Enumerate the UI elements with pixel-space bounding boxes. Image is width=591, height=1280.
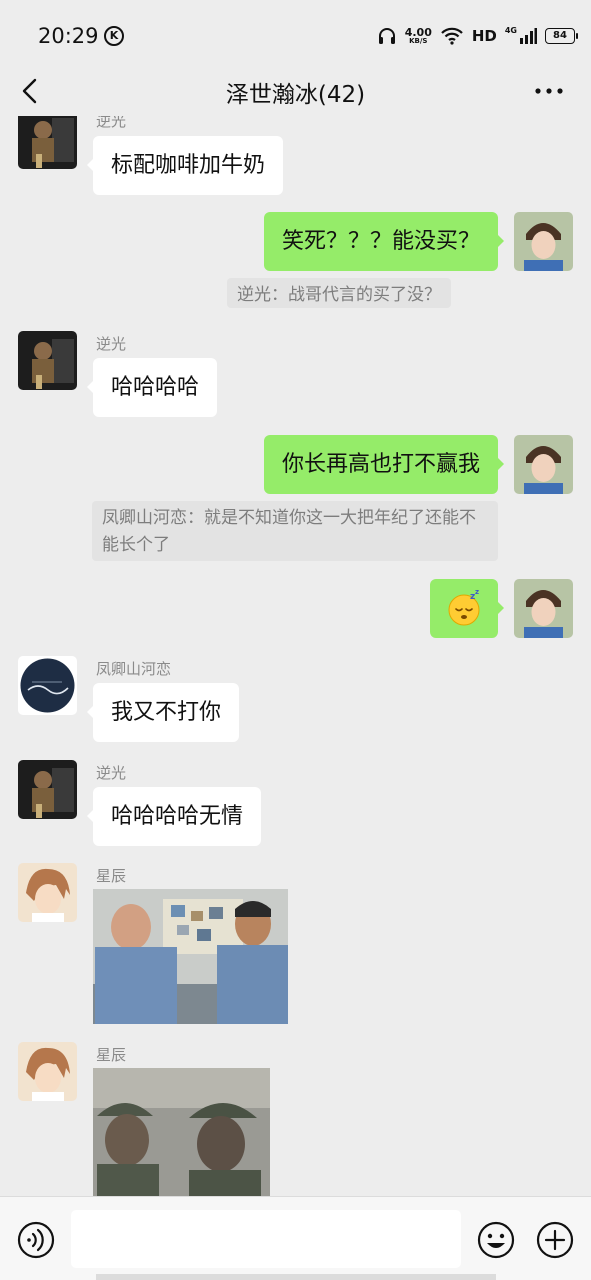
photo-soldiers [93,1068,270,1196]
message-bubble[interactable]: 我又不打你 [86,683,240,742]
sender-name: 逆光 [96,116,127,130]
message-bubble[interactable]: 标配咖啡加牛奶 [86,136,284,195]
net-speed: 4.00 KB/S [405,27,432,45]
status-bar: 20:29 K 4.00 KB/S HD 4G 84 [0,0,591,66]
message-input[interactable] [71,1210,461,1268]
emoji-bubble[interactable]: z z [430,579,504,638]
battery-icon: 84 [545,28,578,44]
emoji-icon[interactable] [476,1220,516,1260]
avatar-xingchen[interactable] [18,863,77,922]
chat-title: 泽世瀚冰(42) [225,82,366,108]
sleeping-face-icon: z z [448,588,480,626]
message-bubble[interactable]: 笑死？？？能没买？ [263,212,505,271]
voice-icon[interactable] [16,1220,56,1260]
avatar-niguang[interactable] [18,331,77,390]
home-indicator [96,1274,496,1280]
message-bubble[interactable]: 你长再高也打不赢我 [263,435,505,494]
quoted-message[interactable]: 逆光：战哥代言的买了没？ [227,278,451,308]
avatar-xingchen[interactable] [18,1042,77,1101]
sender-name: 逆光 [96,335,127,353]
image-message[interactable] [93,1068,270,1196]
more-options-icon[interactable] [533,76,567,106]
avatar-niguang[interactable] [18,116,77,169]
message-bubble[interactable]: 哈哈哈哈 [86,358,218,417]
net-speed-unit: KB/S [409,37,428,45]
status-icons: 4.00 KB/S HD 4G 84 [377,22,578,50]
sender-name: 星辰 [96,867,127,885]
chat-header: 泽世瀚冰(42) [0,66,591,116]
sender-name: 星辰 [96,1046,127,1064]
sender-name: 逆光 [96,764,127,782]
svg-text:z: z [475,588,479,596]
message-input-bar [0,1196,591,1280]
message-bubble[interactable]: 哈哈哈哈无情 [86,787,262,846]
avatar-fengqing[interactable] [18,656,77,715]
quoted-message[interactable]: 凤卿山河恋：就是不知道你这一大把年纪了还能不能长个了 [92,501,498,561]
avatar-niguang[interactable] [18,760,77,819]
network-type: 4G [504,25,517,35]
avatar-self[interactable] [514,212,573,271]
avatar-self[interactable] [514,579,573,638]
avatar-self[interactable] [514,435,573,494]
hd-indicator: HD [471,27,497,45]
headphones-icon [378,28,395,44]
plus-icon[interactable] [535,1220,575,1260]
image-message[interactable] [93,889,288,1024]
wifi-icon [441,27,463,45]
message-list[interactable]: 逆光 标配咖啡加牛奶 笑死？？？能没买？ 逆光：战哥代言的买了没？ 逆光 哈哈哈… [0,116,591,1196]
sender-name: 凤卿山河恋 [96,660,172,678]
signal-icon [520,28,537,44]
status-time: 20:29 [38,24,99,48]
photo-police-officers [93,889,288,1024]
k-badge-icon: K [104,26,124,46]
